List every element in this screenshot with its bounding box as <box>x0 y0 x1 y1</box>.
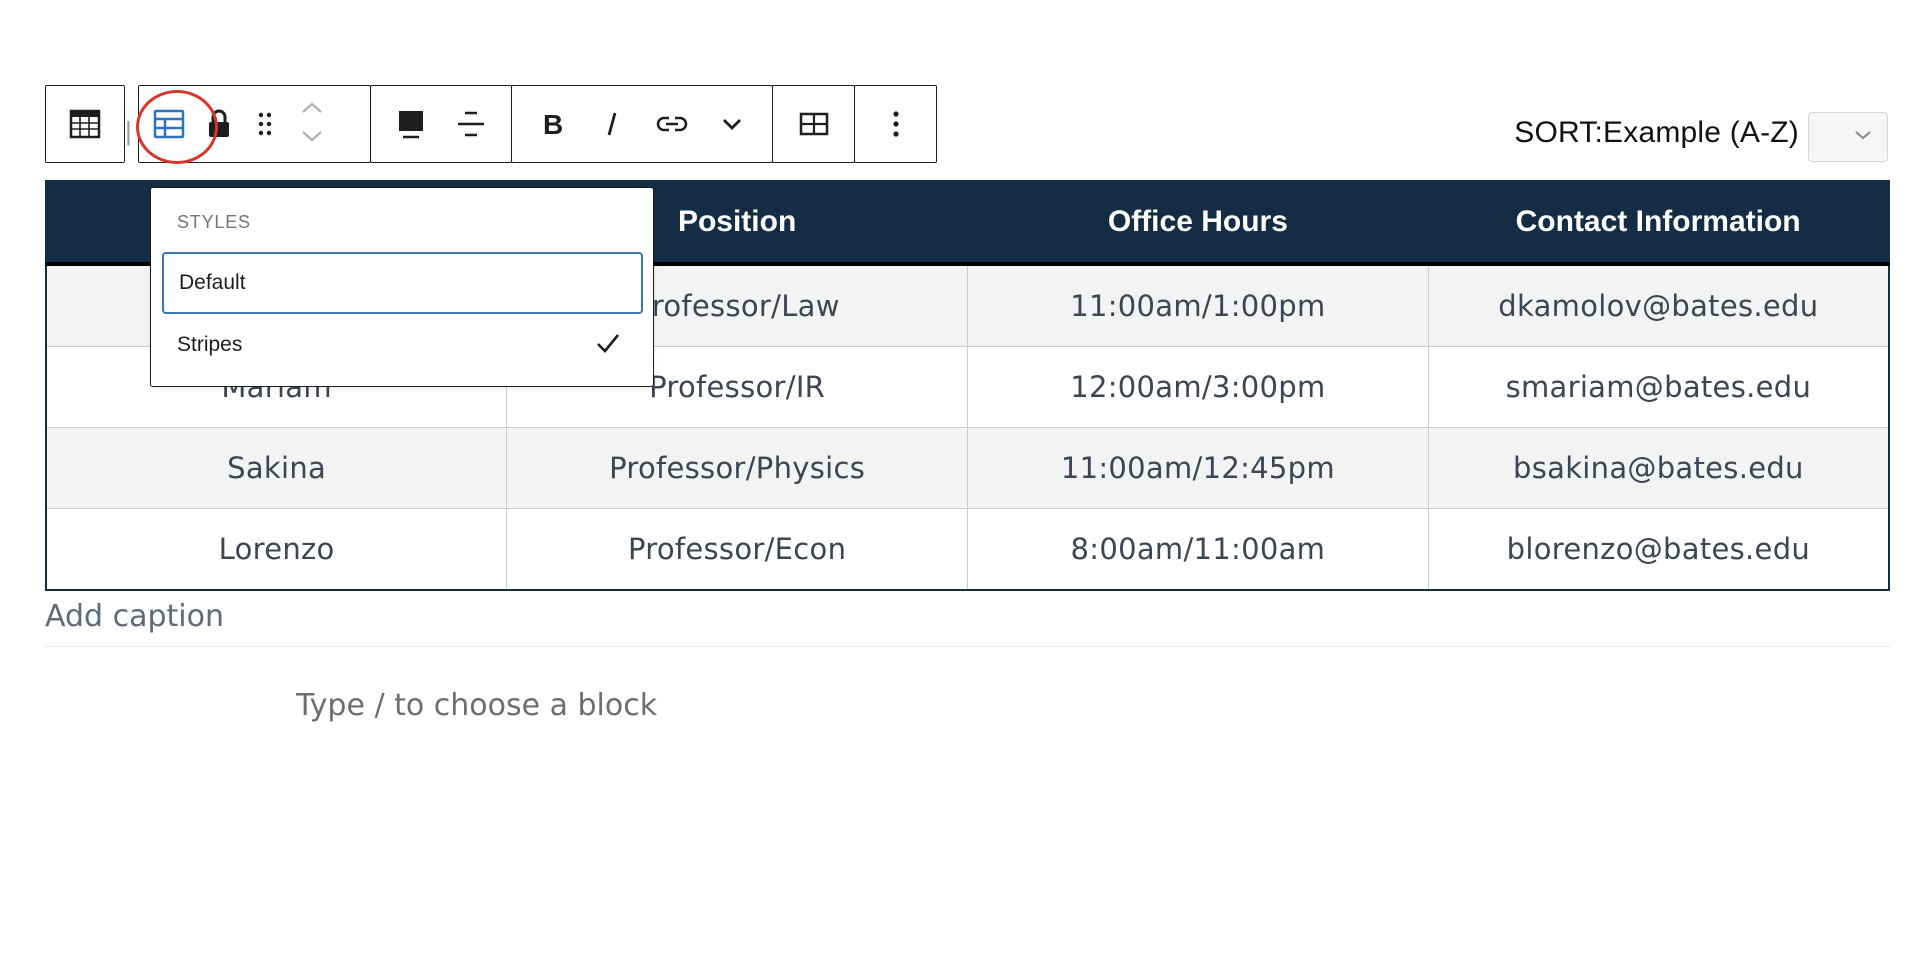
block-toolbar: B <box>45 85 937 165</box>
alignment-group <box>370 85 512 163</box>
align-icon[interactable] <box>381 94 441 154</box>
block-mover <box>291 94 333 154</box>
lock-icon[interactable] <box>199 94 239 154</box>
table-caption-input[interactable]: Add caption <box>45 599 1890 647</box>
table-style-icon[interactable] <box>139 94 199 154</box>
style-option-stripes[interactable]: Stripes <box>162 314 643 376</box>
bold-icon[interactable]: B <box>522 94 582 154</box>
italic-icon[interactable] <box>582 94 642 154</box>
chevron-down-icon <box>1853 128 1873 146</box>
sort-label: SORT:Example (A-Z) <box>1514 116 1799 149</box>
link-icon[interactable] <box>642 94 702 154</box>
table-cell[interactable]: smariam@bates.edu <box>1427 346 1890 428</box>
sort-select[interactable] <box>1808 112 1888 162</box>
more-formatting-icon[interactable] <box>702 94 762 154</box>
styles-heading: STYLES <box>177 212 251 232</box>
text-format-group: B <box>511 85 773 163</box>
table-cell[interactable]: Professor/Econ <box>506 508 968 591</box>
block-appender[interactable]: Type / to choose a block <box>296 688 657 723</box>
table-edit-group <box>772 85 855 163</box>
move-down-icon[interactable] <box>301 129 323 147</box>
table-cell[interactable]: Sakina <box>45 427 508 509</box>
options-group <box>854 85 937 163</box>
table-cell[interactable]: Lorenzo <box>45 508 508 591</box>
edit-table-icon[interactable] <box>784 94 844 154</box>
style-option-label: Stripes <box>177 333 243 356</box>
style-option-label: Default <box>179 271 246 294</box>
table-cell[interactable]: Professor/Physics <box>506 427 968 509</box>
table-block-icon[interactable] <box>55 94 115 154</box>
svg-text:B: B <box>543 110 563 138</box>
table-row: Lorenzo Professor/Econ 8:00am/11:00am bl… <box>45 508 1890 591</box>
table-cell[interactable]: bsakina@bates.edu <box>1427 427 1890 509</box>
header-cell[interactable]: Office Hours <box>967 181 1429 266</box>
resize-handle-mark: | <box>125 116 132 146</box>
table-cell[interactable]: dkamolov@bates.edu <box>1427 263 1890 347</box>
block-controls-group <box>138 85 371 163</box>
table-cell[interactable]: 11:00am/1:00pm <box>967 263 1429 347</box>
table-cell[interactable]: blorenzo@bates.edu <box>1427 508 1890 591</box>
move-up-icon[interactable] <box>301 101 323 119</box>
table-cell[interactable]: 12:00am/3:00pm <box>967 346 1429 428</box>
table-cell[interactable]: 8:00am/11:00am <box>967 508 1429 591</box>
block-type-group <box>45 85 125 163</box>
checkmark-icon <box>595 331 621 361</box>
styles-popover: STYLES Default Stripes <box>150 187 654 387</box>
drag-handle-icon[interactable] <box>239 94 291 154</box>
justify-icon[interactable] <box>441 94 501 154</box>
table-cell[interactable]: 11:00am/12:45pm <box>967 427 1429 509</box>
style-option-default[interactable]: Default <box>162 252 643 314</box>
table-row: Sakina Professor/Physics 11:00am/12:45pm… <box>45 427 1890 509</box>
options-icon[interactable] <box>866 94 926 154</box>
header-cell[interactable]: Contact Information <box>1428 181 1889 266</box>
